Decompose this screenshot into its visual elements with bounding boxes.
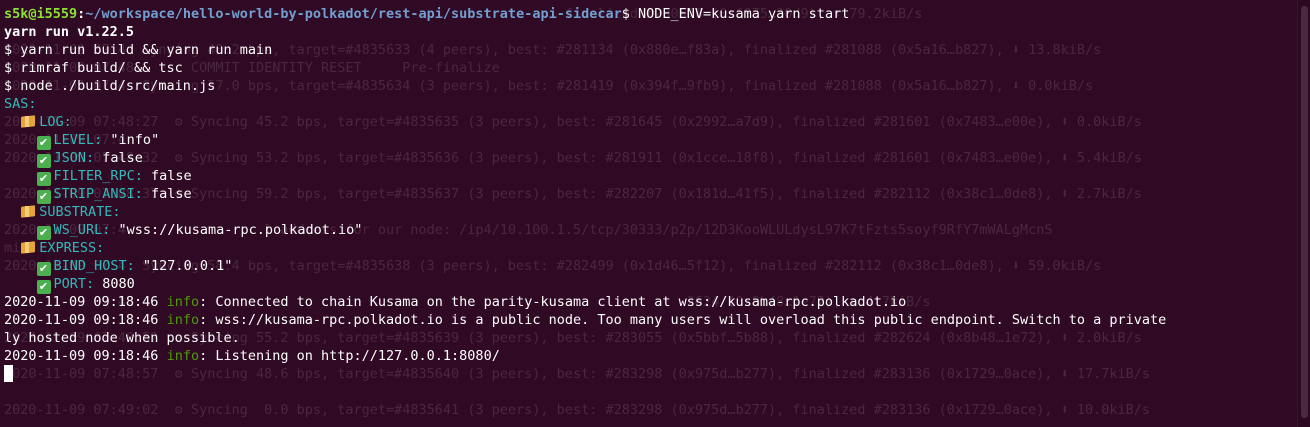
config-key: JSON: — [53, 150, 95, 166]
config-section-label: EXPRESS: — [39, 240, 105, 256]
log-level: info — [166, 294, 200, 310]
check-mark-icon: ✔ — [36, 172, 51, 186]
check-mark-icon: ✔ — [36, 226, 51, 240]
yarn-version-line: yarn run v1.22.5 — [4, 24, 135, 40]
config-section-express: EXPRESS: — [4, 239, 1298, 257]
log-timestamp: 2020-11-09 09:18:46 — [4, 294, 159, 310]
config-section-substrate: SUBSTRATE: — [4, 203, 1298, 221]
config-value: "wss://kusama-rpc.polkadot.io" — [110, 222, 363, 238]
config-value: 8080 — [94, 276, 135, 292]
config-key: FILTER_RPC: — [53, 168, 143, 184]
config-entry: ✔ WS_URL: "wss://kusama-rpc.polkadot.io" — [4, 221, 1298, 240]
config-value: false — [142, 186, 192, 202]
config-section-label: SUBSTRATE: — [39, 204, 121, 220]
package-icon — [20, 114, 36, 128]
check-mark-icon: ✔ — [36, 136, 51, 150]
scrollbar[interactable] — [1297, 0, 1310, 427]
cursor-line — [4, 365, 1298, 383]
log-timestamp: 2020-11-09 09:18:46 — [4, 312, 159, 328]
config-key: PORT: — [53, 276, 95, 292]
log-message: : wss://kusama-rpc.polkadot.io is a publ… — [199, 312, 1167, 328]
package-icon — [20, 240, 36, 254]
config-key: WS_URL: — [53, 222, 111, 238]
config-value: "info" — [102, 132, 160, 148]
prompt-line: s5k@i5559:~/workspace/hello-world-by-pol… — [4, 5, 1298, 23]
command-line: $ node ./build/src/main.js — [4, 78, 216, 94]
log-message: ly hosted node when possible. — [4, 330, 240, 346]
config-root: SAS: — [4, 96, 37, 112]
config-key: BIND_HOST: — [53, 258, 135, 274]
terminal-cursor[interactable] — [4, 365, 13, 382]
log-line-wrap: ly hosted node when possible. — [4, 329, 1298, 347]
package-icon — [20, 204, 36, 218]
log-timestamp: 2020-11-09 09:18:46 — [4, 348, 159, 364]
config-entry: ✔ LEVEL: "info" — [4, 131, 1298, 150]
check-mark-icon: ✔ — [36, 190, 51, 204]
config-entry: ✔ BIND_HOST: "127.0.0.1" — [4, 257, 1298, 276]
config-value: "127.0.0.1" — [134, 258, 233, 274]
config-section-label: LOG: — [39, 114, 72, 130]
command-line: $ yarn run build && yarn run main — [4, 42, 273, 58]
command-line: $ rimraf build/ && tsc — [4, 60, 183, 76]
ghost-line — [4, 383, 817, 401]
log-line: 2020-11-09 09:18:46 info: wss://kusama-r… — [4, 311, 1298, 329]
config-key: LEVEL: — [53, 132, 103, 148]
log-line: 2020-11-09 09:18:46 info: Listening on h… — [4, 347, 1298, 365]
ghost-line: 2020-11-09 07:49:02 ⚙ Syncing 0.0 bps, t… — [4, 402, 1151, 418]
check-mark-icon: ✔ — [36, 154, 51, 168]
log-message: : Connected to chain Kusama on the parit… — [199, 294, 907, 310]
config-key: STRIP_ANSI: — [53, 186, 143, 202]
config-value: false — [94, 150, 143, 166]
prompt-dollar: $ — [621, 6, 630, 22]
scrollbar-thumb[interactable] — [1301, 6, 1308, 418]
log-line: 2020-11-09 09:18:46 info: Connected to c… — [4, 293, 1298, 311]
log-level: info — [166, 348, 200, 364]
prompt-path: ~/workspace/hello-world-by-polkadot/rest… — [85, 6, 622, 22]
terminal-output: s5k@i5559:~/workspace/hello-world-by-pol… — [4, 5, 1298, 383]
check-mark-icon: ✔ — [36, 262, 51, 276]
check-mark-icon: ✔ — [36, 280, 51, 294]
config-entry: ✔ STRIP_ANSI: false — [4, 185, 1298, 204]
log-message: : Listening on http://127.0.0.1:8080/ — [199, 348, 500, 364]
log-level: info — [166, 312, 200, 328]
prompt-user-host: s5k@i5559 — [4, 6, 78, 22]
terminal-window[interactable]: finalized #280576 (0x6875…30d9), ⬇ 79.2k… — [0, 0, 1310, 427]
config-entry: ✔ JSON: false — [4, 149, 1298, 168]
prompt-command: NODE_ENV=kusama yarn start — [629, 6, 850, 22]
config-value: false — [142, 168, 192, 184]
config-entry: ✔ FILTER_RPC: false — [4, 167, 1298, 186]
config-entry: ✔ PORT: 8080 — [4, 275, 1298, 294]
config-section-log: LOG: — [4, 113, 1298, 131]
